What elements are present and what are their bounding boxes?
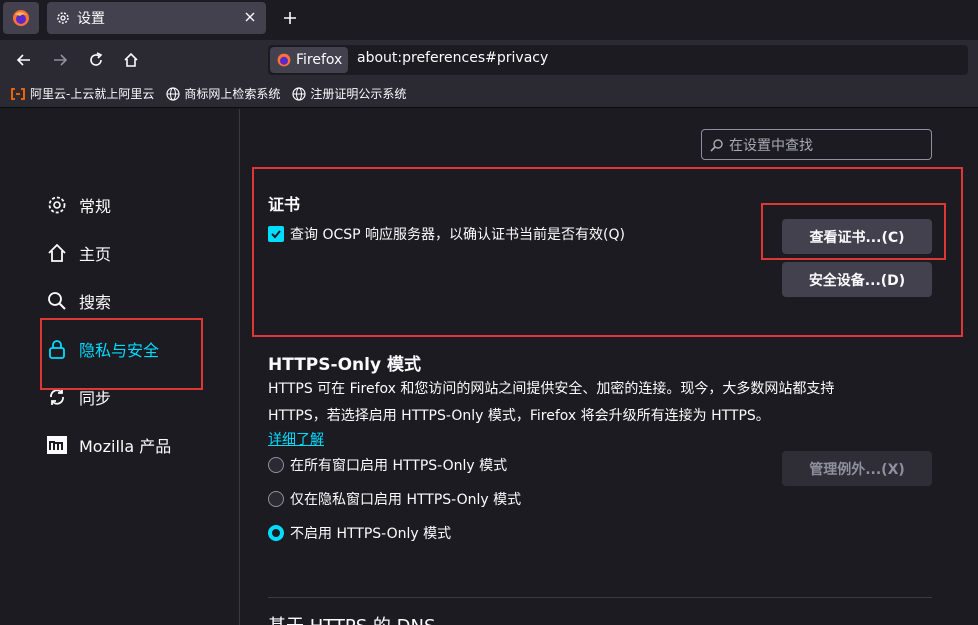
firefox-view-button[interactable] [3, 2, 39, 34]
sidebar-item-label: 搜索 [79, 293, 112, 312]
sidebar-item-home[interactable]: 主页 [45, 240, 111, 266]
back-arrow-icon [16, 54, 30, 66]
ocsp-checkbox-row[interactable]: 查询 OCSP 响应服务器，以确认证书当前是否有效(Q) [268, 224, 625, 244]
radio-https-all-windows[interactable]: 在所有窗口启用 HTTPS-Only 模式 [268, 455, 507, 475]
sidebar-item-mozilla-products[interactable]: Mozilla 产品 [45, 432, 171, 458]
search-placeholder: 在设置中查找 [729, 137, 813, 154]
search-icon [45, 289, 69, 313]
radio-label: 仅在隐私窗口启用 HTTPS-Only 模式 [290, 492, 522, 508]
bookmark-label: 阿里云-上云就上阿里云 [30, 87, 155, 101]
gear-icon [57, 12, 69, 24]
sidebar-item-general[interactable]: 常规 [45, 192, 111, 218]
search-icon [710, 138, 723, 152]
bookmark-trademark-search[interactable]: 商标网上检索系统 [166, 85, 280, 102]
tab-title: 设置 [77, 11, 105, 27]
home-icon [45, 241, 69, 265]
new-tab-icon[interactable] [280, 8, 300, 28]
learn-more-link[interactable]: 详细了解 [268, 429, 324, 449]
firefox-logo-icon [277, 53, 291, 67]
reload-button[interactable] [86, 50, 106, 70]
https-only-description-line1: HTTPS 可在 Firefox 和您访问的网站之间提供安全、加密的连接。现今，… [268, 381, 835, 397]
firefox-logo-icon [13, 10, 29, 26]
back-button[interactable] [14, 50, 34, 70]
tab-settings[interactable]: 设置 [47, 2, 266, 34]
radio-https-disabled[interactable]: 不启用 HTTPS-Only 模式 [268, 523, 451, 543]
dns-over-https-heading: 基于 HTTPS 的 DNS [268, 612, 435, 625]
close-icon[interactable] [242, 9, 258, 25]
radio-button-selected[interactable] [268, 525, 284, 541]
ocsp-checkbox[interactable] [268, 226, 284, 242]
bookmark-label: 注册证明公示系统 [310, 87, 407, 101]
bookmark-aliyun[interactable]: 阿里云-上云就上阿里云 [10, 85, 154, 102]
sidebar-item-label: 主页 [79, 245, 112, 264]
ocsp-label: 查询 OCSP 响应服务器，以确认证书当前是否有效(Q) [290, 227, 625, 243]
https-only-heading: HTTPS-Only 模式 [268, 355, 421, 375]
radio-label: 在所有窗口启用 HTTPS-Only 模式 [290, 458, 508, 474]
security-devices-button[interactable]: 安全设备...(D) [782, 262, 932, 297]
home-icon [124, 52, 138, 67]
url-text[interactable]: about:preferences#privacy [357, 50, 548, 66]
sidebar-item-label: 常规 [79, 197, 112, 216]
checkmark-icon [271, 230, 281, 239]
mozilla-icon [45, 433, 69, 457]
view-certificates-button[interactable]: 查看证书...(C) [782, 219, 932, 254]
tab-strip: 设置 [0, 0, 978, 38]
sidebar-item-label: Mozilla 产品 [79, 437, 172, 456]
home-button[interactable] [121, 50, 141, 70]
navigation-toolbar: Firefox about:preferences#privacy [0, 40, 978, 80]
radio-label: 不启用 HTTPS-Only 模式 [290, 526, 452, 542]
radio-button[interactable] [268, 457, 284, 473]
url-bar[interactable]: Firefox about:preferences#privacy [268, 45, 968, 75]
forward-button[interactable] [50, 50, 70, 70]
aliyun-icon [11, 87, 25, 100]
settings-search-input[interactable]: 在设置中查找 [701, 129, 932, 160]
radio-button[interactable] [268, 491, 284, 507]
reload-icon [90, 52, 103, 66]
section-divider [268, 597, 932, 598]
bookmark-label: 商标网上检索系统 [184, 87, 281, 101]
gear-icon [45, 193, 69, 217]
identity-box[interactable]: Firefox [270, 47, 349, 73]
globe-icon [292, 86, 306, 101]
radio-https-private-only[interactable]: 仅在隐私窗口启用 HTTPS-Only 模式 [268, 489, 521, 509]
sidebar-item-search[interactable]: 搜索 [45, 288, 111, 314]
bookmark-registration-notice[interactable]: 注册证明公示系统 [292, 85, 406, 102]
identity-label: Firefox [296, 52, 343, 68]
certificates-heading: 证书 [268, 195, 301, 214]
highlight-box-privacy [40, 318, 203, 390]
https-only-description-line2: HTTPS，若选择启用 HTTPS-Only 模式，Firefox 将会升级所有… [268, 408, 770, 424]
globe-icon [166, 86, 180, 101]
forward-arrow-icon [54, 54, 68, 66]
manage-exceptions-button[interactable]: 管理例外...(X) [782, 451, 932, 486]
bookmarks-toolbar: 阿里云-上云就上阿里云 商标网上检索系统 注册证明公示系统 [0, 80, 978, 108]
